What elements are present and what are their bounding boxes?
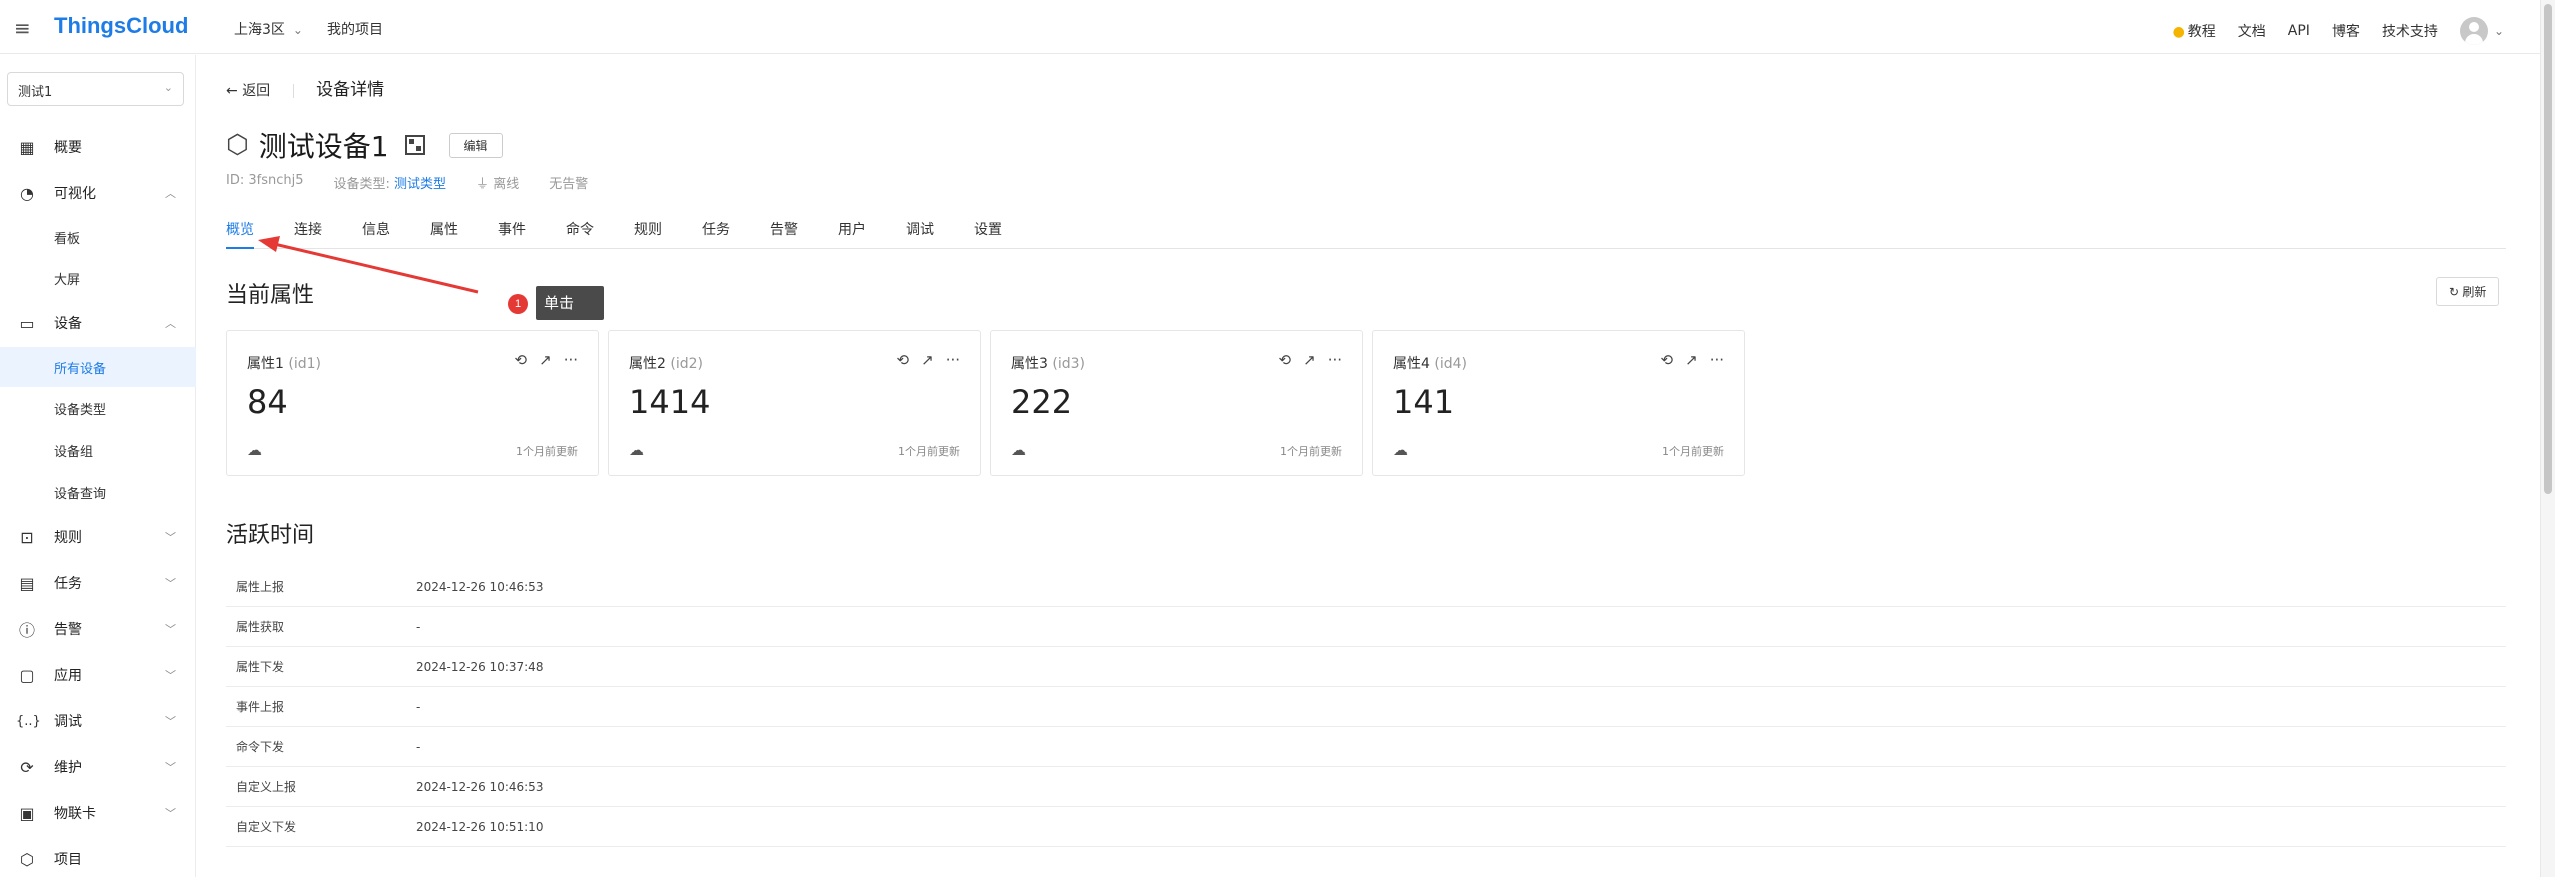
annotation-arrow (258, 236, 479, 294)
step-badge: 1 (508, 294, 528, 314)
annotation-tooltip: 单击 (536, 286, 604, 320)
